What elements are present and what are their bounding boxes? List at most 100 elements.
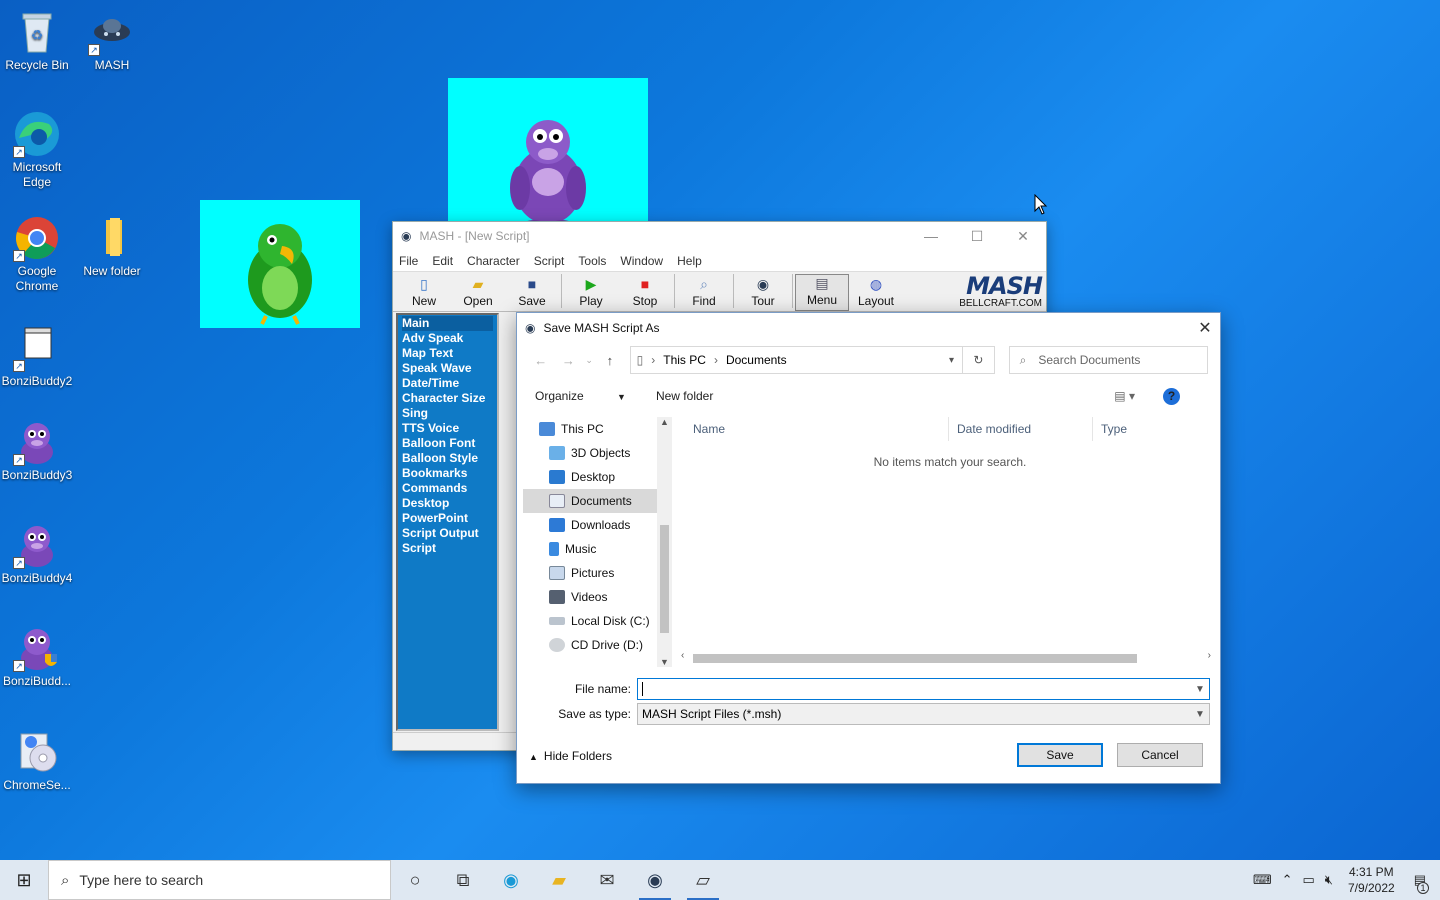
column-date-modified[interactable]: Date modified bbox=[949, 417, 1093, 441]
desktop-icon-edge[interactable]: ↗ Microsoft Edge bbox=[0, 110, 74, 190]
save-button[interactable]: Save bbox=[1017, 743, 1103, 767]
menu-tools[interactable]: Tools bbox=[578, 254, 606, 268]
bonzi-agent[interactable] bbox=[448, 78, 648, 238]
desktop-icon-bonzibuddy3[interactable]: ↗ BonziBuddy3 bbox=[0, 418, 74, 483]
notification-icon[interactable]: ▤ 1 bbox=[1414, 872, 1429, 894]
menu-edit[interactable]: Edit bbox=[432, 254, 453, 268]
recent-chevron-icon[interactable]: ⌄ bbox=[582, 355, 596, 366]
tree-item-pictures[interactable]: Pictures bbox=[523, 561, 671, 585]
menu-toggle-button[interactable]: ▤ Menu bbox=[795, 274, 849, 311]
open-button[interactable]: ▰ Open bbox=[451, 276, 505, 311]
menu-script[interactable]: Script bbox=[534, 254, 565, 268]
stop-button[interactable]: ■ Stop bbox=[618, 276, 672, 311]
breadcrumb-this-pc[interactable]: This PC bbox=[663, 353, 706, 367]
desktop-icon-recycle-bin[interactable]: ♻ Recycle Bin bbox=[0, 8, 74, 73]
cancel-button[interactable]: Cancel bbox=[1117, 743, 1203, 767]
list-item[interactable]: Balloon Style bbox=[402, 451, 493, 466]
list-item[interactable]: Desktop bbox=[402, 496, 493, 511]
maximize-icon[interactable]: ☐ bbox=[954, 228, 1000, 245]
cortana-icon[interactable]: ○ bbox=[391, 860, 439, 900]
menu-character[interactable]: Character bbox=[467, 254, 520, 268]
clock[interactable]: 4:31 PM 7/9/2022 bbox=[1348, 864, 1395, 896]
desktop-icon-chromesetup[interactable]: ChromeSe... bbox=[0, 728, 74, 793]
menu-file[interactable]: File bbox=[399, 254, 418, 268]
command-category-list[interactable]: Main Adv Speak Map Text Speak Wave Date/… bbox=[396, 313, 499, 731]
desktop-icon-bonzibuddy-setup[interactable]: ↗ BonziBudd... bbox=[0, 624, 74, 689]
dialog-title-bar[interactable]: ◉ Save MASH Script As ✕ bbox=[517, 313, 1220, 343]
menu-window[interactable]: Window bbox=[620, 254, 663, 268]
save-dialog[interactable]: ◉ Save MASH Script As ✕ ← → ⌄ ↑ ▯ › This… bbox=[516, 312, 1221, 784]
search-input[interactable]: ⌕ Search Documents bbox=[1008, 346, 1208, 374]
task-view-icon[interactable]: ⧉ bbox=[439, 860, 487, 900]
view-options-icon[interactable]: ▤ ▾ bbox=[1114, 389, 1135, 403]
scroll-right-icon[interactable]: › bbox=[1208, 650, 1211, 661]
tree-item-music[interactable]: Music bbox=[523, 537, 671, 561]
list-item[interactable]: Map Text bbox=[402, 346, 493, 361]
tree-item-local-disk[interactable]: Local Disk (C:) bbox=[523, 609, 671, 633]
new-button[interactable]: ▯ New bbox=[397, 276, 451, 311]
network-icon[interactable]: ▭ bbox=[1302, 872, 1314, 888]
scroll-left-icon[interactable]: ‹ bbox=[681, 650, 684, 661]
tree-item-downloads[interactable]: Downloads bbox=[523, 513, 671, 537]
desktop-icon-chrome[interactable]: ↗ Google Chrome bbox=[0, 214, 74, 294]
desktop-icon-mash[interactable]: ↗ MASH bbox=[75, 8, 149, 73]
save-type-select[interactable]: MASH Script Files (*.msh) ▼ bbox=[637, 703, 1210, 725]
scroll-up-icon[interactable]: ▲ bbox=[657, 417, 672, 427]
tree-item-this-pc[interactable]: This PC bbox=[523, 417, 671, 441]
refresh-icon[interactable]: ↻ bbox=[963, 346, 995, 374]
mail-icon[interactable]: ✉ bbox=[583, 860, 631, 900]
mash-title-bar[interactable]: ◉ MASH - [New Script] — ☐ ✕ bbox=[393, 222, 1046, 250]
play-button[interactable]: ▶ Play bbox=[564, 276, 618, 311]
list-item[interactable]: Date/Time bbox=[402, 376, 493, 391]
list-item[interactable]: Bookmarks bbox=[402, 466, 493, 481]
close-icon[interactable]: ✕ bbox=[1000, 228, 1046, 245]
tree-item-3d-objects[interactable]: 3D Objects bbox=[523, 441, 671, 465]
mash-taskbar-icon[interactable]: ◉ bbox=[631, 860, 679, 900]
scroll-down-icon[interactable]: ▼ bbox=[657, 657, 672, 667]
save-button[interactable]: ■ Save bbox=[505, 276, 559, 311]
scrollbar-thumb[interactable] bbox=[660, 525, 669, 633]
minimize-icon[interactable]: — bbox=[908, 228, 954, 245]
taskbar-search-input[interactable]: ⌕ Type here to search bbox=[48, 860, 391, 900]
keyboard-icon[interactable]: ⌨ bbox=[1253, 872, 1272, 888]
tour-button[interactable]: ◉ Tour bbox=[736, 276, 790, 311]
breadcrumb-documents[interactable]: Documents bbox=[726, 353, 787, 367]
file-explorer-icon[interactable]: ▰ bbox=[535, 860, 583, 900]
desktop-icon-new-folder[interactable]: New folder bbox=[75, 214, 149, 279]
forward-arrow-icon[interactable]: → bbox=[555, 353, 583, 368]
list-item[interactable]: Speak Wave bbox=[402, 361, 493, 376]
list-item[interactable]: Script Output bbox=[402, 526, 493, 541]
tree-item-videos[interactable]: Videos bbox=[523, 585, 671, 609]
window-taskbar-icon[interactable]: ▱ bbox=[679, 860, 727, 900]
list-item[interactable]: Script bbox=[402, 541, 493, 556]
list-item[interactable]: Sing bbox=[402, 406, 493, 421]
list-item[interactable]: Commands bbox=[402, 481, 493, 496]
list-item[interactable]: Character Size bbox=[402, 391, 493, 406]
tree-item-desktop[interactable]: Desktop bbox=[523, 465, 671, 489]
layout-button[interactable]: ◍ Layout bbox=[849, 276, 903, 311]
windows-start-icon[interactable]: ⊞ bbox=[0, 860, 48, 900]
list-item[interactable]: TTS Voice bbox=[402, 421, 493, 436]
tree-item-documents[interactable]: Documents bbox=[523, 489, 671, 513]
peedy-parrot-agent[interactable] bbox=[200, 200, 360, 328]
desktop-icon-bonzibuddy2[interactable]: ↗ BonziBuddy2 bbox=[0, 324, 74, 389]
file-list-hscrollbar[interactable]: ‹ › bbox=[677, 650, 1217, 666]
folder-tree[interactable]: This PC 3D Objects Desktop Documents Dow… bbox=[523, 417, 671, 665]
list-item[interactable]: Main bbox=[402, 316, 493, 331]
list-item[interactable]: Balloon Font bbox=[402, 436, 493, 451]
help-icon[interactable]: ? bbox=[1163, 387, 1180, 405]
find-button[interactable]: ⌕ Find bbox=[677, 276, 731, 311]
new-folder-button[interactable]: New folder bbox=[656, 389, 713, 403]
up-arrow-icon[interactable]: ↑ bbox=[596, 353, 624, 368]
column-name[interactable]: Name bbox=[685, 417, 949, 441]
chevron-down-icon[interactable]: ▼ bbox=[1191, 709, 1209, 720]
tree-scrollbar[interactable]: ▲ ▼ bbox=[657, 417, 672, 667]
breadcrumb[interactable]: ▯ › This PC › Documents ▾ bbox=[629, 346, 964, 374]
menu-help[interactable]: Help bbox=[677, 254, 702, 268]
chevron-up-icon[interactable]: ⌃ bbox=[1282, 872, 1293, 888]
organize-button[interactable]: Organize ▼ bbox=[535, 389, 626, 403]
list-item[interactable]: PowerPoint bbox=[402, 511, 493, 526]
volume-muted-icon[interactable]: 🔇︎ bbox=[1325, 872, 1333, 888]
hide-folders-button[interactable]: ▲ Hide Folders bbox=[529, 749, 612, 763]
chevron-down-icon[interactable]: ▼ bbox=[1191, 684, 1209, 695]
